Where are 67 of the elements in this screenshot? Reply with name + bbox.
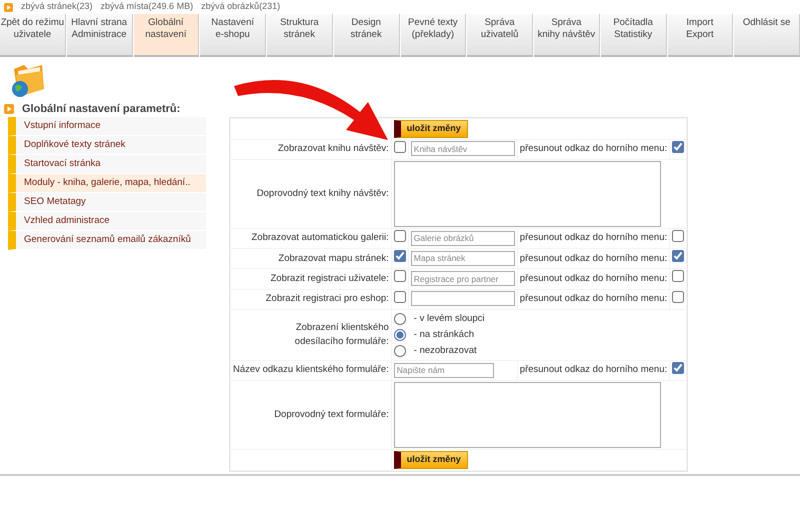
sidebar-item[interactable]: Vstupní informace [8,117,206,136]
nav-tab[interactable]: Správa uživatelů [467,14,533,57]
checkbox[interactable] [394,140,406,152]
checkbox[interactable] [672,362,684,374]
radio-button[interactable] [394,312,406,325]
sidebar-item[interactable]: SEO Metatagy [8,193,206,212]
field-label: Zobrazovat automatickou galerii: [251,232,389,244]
checkbox[interactable] [672,270,684,282]
sidebar-item[interactable]: Doplňkové texty stránek [8,136,206,155]
checkbox[interactable] [394,230,406,242]
nav-tab[interactable]: Globální nastavení [134,14,200,57]
nav-tab[interactable]: Počítadla Statistiky [600,14,666,57]
quota-info: zbývá obrázků(231) [201,0,280,14]
sidebar-item[interactable]: Moduly - kniha, galerie, mapa, hledání.. [8,174,206,193]
field-label: přesunout odkaz do horního menu: [520,364,668,376]
save-button[interactable]: uložit změny [394,120,468,138]
nav-tab[interactable]: Design stránek [334,14,400,57]
option-label: - nezobrazovat [414,344,477,358]
field-label: přesunout odkaz do horního menu: [520,252,668,264]
quota-info: zbývá stránek(23) [21,0,93,14]
bullet-icon [4,104,14,114]
nav-tab[interactable]: Pevné texty (překlady) [400,14,466,57]
text-field[interactable] [410,291,515,306]
field-label: Zobrazovat knihu návštěv: [278,143,389,154]
text-area[interactable] [394,382,661,448]
checkbox[interactable] [394,250,406,262]
field-label: Doprovodný text formuláře: [274,408,389,420]
sidebar-item[interactable]: Startovací stránka [8,155,206,174]
quota-info: zbývá místa(249.6 MB) [100,0,194,14]
radio-button[interactable] [394,328,406,341]
checkbox[interactable] [394,290,406,302]
checkbox[interactable] [672,290,684,302]
nav-tab[interactable]: Hlavní strana Administrace [66,14,132,57]
text-field[interactable]: Registrace pro partner [410,271,515,286]
field-label: přesunout odkaz do horního menu: [520,272,668,284]
save-button[interactable]: uložit změny [394,451,468,468]
field-label: Zobrazení klientského odesílacího formuláře: [294,320,389,349]
text-field[interactable]: Napište nám [394,362,494,378]
bullet-icon [4,2,13,12]
text-area[interactable] [394,160,661,227]
text-field[interactable]: Kniha návštěv [410,141,515,156]
field-label: Zobrazit registraci uživatele: [270,272,389,284]
sidebar-item[interactable]: Generování seznamů emailů zákazníků [8,231,206,250]
field-label: Název odkazu klientského formuláře: [233,364,389,376]
nav-tab[interactable]: Import Export [668,14,734,57]
field-label: Zobrazit registraci pro eshop: [266,293,389,304]
nav-tab[interactable]: Správa knihy návštěv [534,14,600,57]
field-label: Zobrazovat mapu stránek: [278,252,389,264]
option-label: - na stránkách [414,328,474,342]
nav-tab[interactable]: Struktura stránek [267,14,333,57]
nav-tab[interactable]: Zpět do režimu uživatele [0,14,66,57]
nav-tab[interactable]: Odhlásit se [734,14,800,57]
option-label: - v levém sloupci [414,312,485,326]
text-field[interactable]: Mapa stránek [410,250,515,266]
checkbox[interactable] [672,230,684,242]
text-field[interactable]: Galerie obrázků [410,230,515,246]
nav-tab[interactable]: Nastavení e-shopu [200,14,266,57]
checkbox[interactable] [672,140,684,152]
checkbox[interactable] [672,250,684,262]
field-label: přesunout odkaz do horního menu: [520,232,668,244]
field-label: přesunout odkaz do horního menu: [520,143,668,154]
field-label: přesunout odkaz do horního menu: [520,293,668,304]
sidebar-item[interactable]: Vzhled administrace [8,212,206,231]
radio-button[interactable] [394,344,406,357]
field-label: Doprovodný text knihy návštěv: [256,188,389,199]
section-title: Globální nastavení parametrů: [22,102,180,117]
checkbox[interactable] [394,270,406,282]
